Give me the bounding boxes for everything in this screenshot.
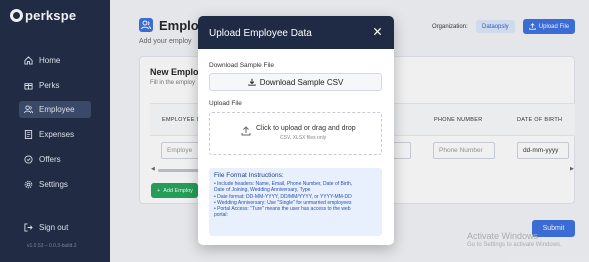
instructions-title: File Format Instructions: [214, 172, 284, 179]
download-icon [248, 78, 256, 86]
download-sample-csv-button[interactable]: Download Sample CSV [209, 73, 382, 91]
download-sample-csv-label: Download Sample CSV [259, 77, 344, 87]
modal-title: Upload Employee Data [209, 28, 312, 39]
file-format-instructions: File Format Instructions: • Include head… [209, 168, 382, 236]
upload-icon [241, 126, 251, 136]
close-icon[interactable] [373, 27, 382, 36]
dropzone-hint: CSV, XLSX files only [280, 135, 327, 141]
dropzone-text: Click to upload or drag and drop [256, 125, 356, 132]
upload-employee-modal: Upload Employee Data Download Sample Fil… [198, 16, 394, 245]
instruction-item: portal: [214, 212, 228, 219]
download-sample-label: Download Sample File [209, 62, 275, 69]
upload-file-label: Upload File [209, 100, 242, 107]
file-dropzone[interactable]: Click to upload or drag and drop CSV, XL… [209, 112, 382, 155]
modal-header: Upload Employee Data [198, 16, 394, 49]
